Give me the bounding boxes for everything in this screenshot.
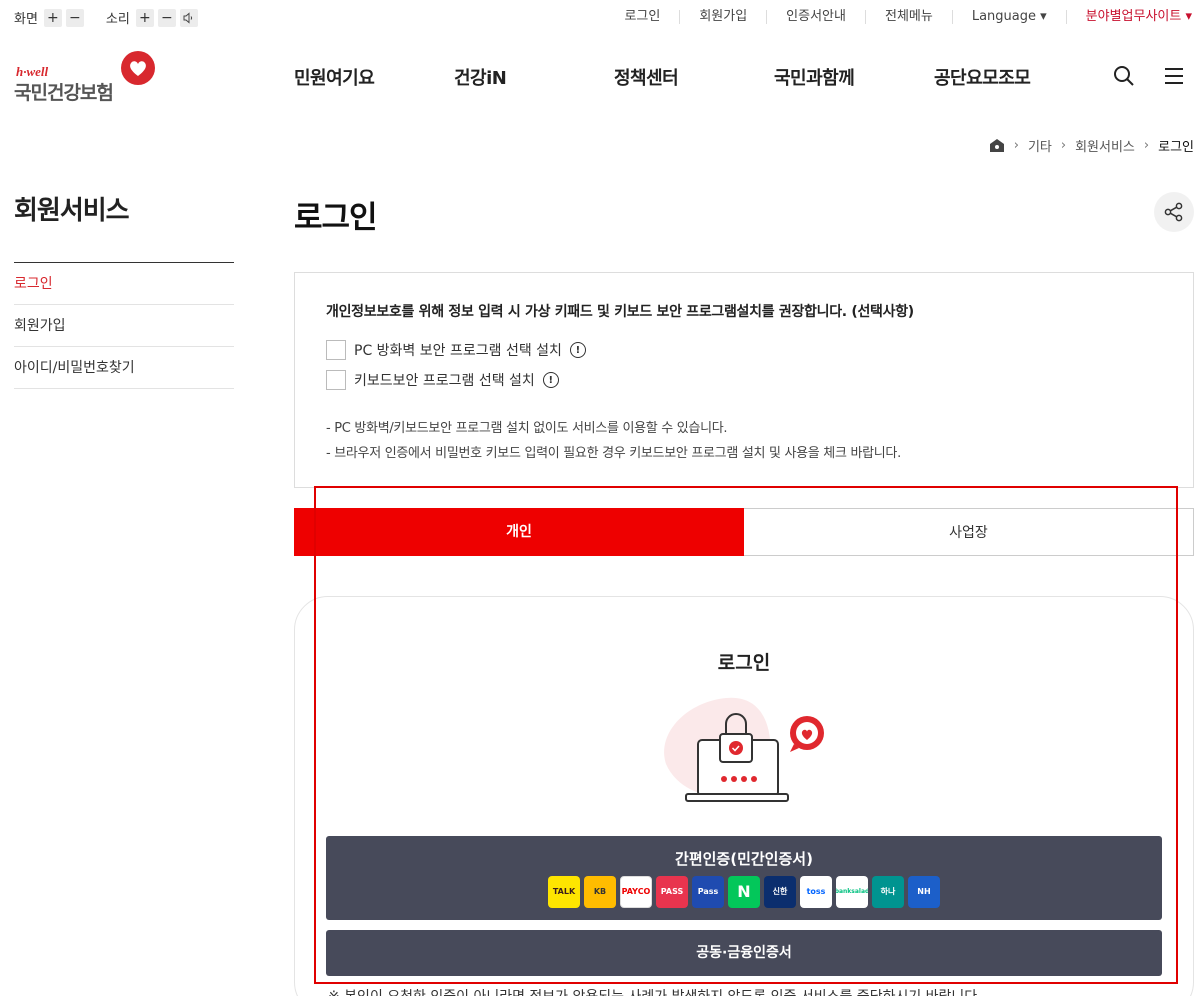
sound-label: 소리 [105,12,130,27]
chevron-right-icon: › [1143,138,1150,153]
lnb-item-signup[interactable]: 회원가입 [14,305,234,347]
joint-cert-button[interactable]: 공동·금융인증서 [326,930,1162,976]
notice-bullet: - PC 방화벽/키보드보안 프로그램 설치 없이도 서비스를 이용할 수 있습… [326,421,728,436]
util-cert-guide-link[interactable]: 인증서안내 [766,10,865,24]
breadcrumb-item[interactable]: 회원서비스 [1075,136,1135,155]
zoom-in-button[interactable]: + [43,8,62,27]
business-sites-select[interactable]: 분야별업무사이트 ▾ [1065,10,1192,24]
language-select[interactable]: Language ▾ [951,10,1066,24]
volume-down-button[interactable]: − [157,8,176,27]
simple-cert-label: 간편인증(민간인증서) [675,850,813,868]
chevron-right-icon: › [1060,138,1067,153]
nav-menu-about[interactable]: 공단요모조모 [934,64,1031,90]
tab-personal[interactable]: 개인 [294,508,744,556]
payco-icon: PAYCO [620,876,652,908]
login-footnote: ※ 본인이 요청한 인증이 아니라면 정보가 악용되는 사례가 발생하지 않도록… [328,986,982,996]
login-title: 로그인 [717,652,771,674]
breadcrumb-item[interactable]: 기타 [1028,136,1052,155]
zoom-out-button[interactable]: − [65,8,84,27]
simple-cert-button[interactable]: 간편인증(민간인증서) TALK KB PAYCO PASS Pass N 신한… [326,836,1162,920]
util-all-menu-link[interactable]: 전체메뉴 [864,10,952,24]
breadcrumb-current: 로그인 [1158,140,1194,155]
samsung-pass-icon: Pass [692,876,724,908]
firewall-checkbox[interactable] [326,340,346,360]
kakaotalk-icon: TALK [548,876,580,908]
volume-up-button[interactable]: + [135,8,154,27]
share-icon [1164,202,1183,222]
page-title: 로그인 [294,200,378,236]
keyboard-security-option[interactable]: 키보드보안 프로그램 선택 설치 ! [326,370,559,390]
info-icon[interactable]: ! [542,372,559,388]
speaker-icon[interactable] [179,8,198,27]
side-nav: 로그인 회원가입 아이디/비밀번호찾기 [14,262,234,389]
home-icon[interactable] [989,138,1005,153]
keyboard-security-option-label: 키보드보안 프로그램 선택 설치 [354,373,535,389]
laptop-lock-illustration [664,697,824,802]
hana-icon: 하나 [872,876,904,908]
keyboard-security-checkbox[interactable] [326,370,346,390]
screen-size-label: 화면 [14,12,38,27]
kb-icon: KB [584,876,616,908]
nav-menu-policy[interactable]: 정책센터 [614,64,679,90]
chevron-right-icon: › [1013,138,1019,153]
lnb-title: 회원서비스 [14,196,130,226]
nav-menu-health[interactable]: 건강iN [454,64,507,90]
utility-links: 로그인 회원가입 인증서안내 전체메뉴 Language ▾ 분야별업무사이트 … [605,10,1192,24]
breadcrumb: › 기타 › 회원서비스 › 로그인 [989,136,1194,155]
banksalad-icon: banksalad [836,876,868,908]
nav-menu-together[interactable]: 국민과함께 [774,64,855,90]
util-login-link[interactable]: 로그인 [605,10,679,24]
naver-icon: N [728,876,760,908]
pass-icon: PASS [656,876,688,908]
hamburger-menu-icon[interactable] [1162,64,1186,88]
main-nav: 민원여기요 건강iN 정책센터 국민과함께 공단요모조모 [0,64,1202,92]
firewall-option[interactable]: PC 방화벽 보안 프로그램 선택 설치 ! [326,340,586,360]
shinhan-icon: 신한 [764,876,796,908]
provider-icons: TALK KB PAYCO PASS Pass N 신한 toss banksa… [548,876,944,908]
lnb-item-find-account[interactable]: 아이디/비밀번호찾기 [14,347,234,389]
lnb-item-login[interactable]: 로그인 [14,263,234,305]
notice-bullet: - 브라우저 인증에서 비밀번호 키보드 입력이 필요한 경우 키보드보안 프로… [326,446,901,461]
tab-business[interactable]: 사업장 [744,508,1194,556]
search-icon[interactable] [1112,64,1136,88]
firewall-option-label: PC 방화벽 보안 프로그램 선택 설치 [354,343,562,359]
notice-heading: 개인정보보호를 위해 정보 입력 시 가상 키패드 및 키보드 보안 프로그램설… [326,304,914,320]
info-icon[interactable]: ! [569,342,586,358]
toss-icon: toss [800,876,832,908]
nh-icon: NH [908,876,940,908]
share-button[interactable] [1154,192,1194,232]
util-signup-link[interactable]: 회원가입 [679,10,766,24]
font-size-controls: 화면 + − 소리 + − [14,8,202,27]
nav-menu-civil[interactable]: 민원여기요 [294,64,375,90]
security-notice: 개인정보보호를 위해 정보 입력 시 가상 키패드 및 키보드 보안 프로그램설… [294,272,1194,488]
